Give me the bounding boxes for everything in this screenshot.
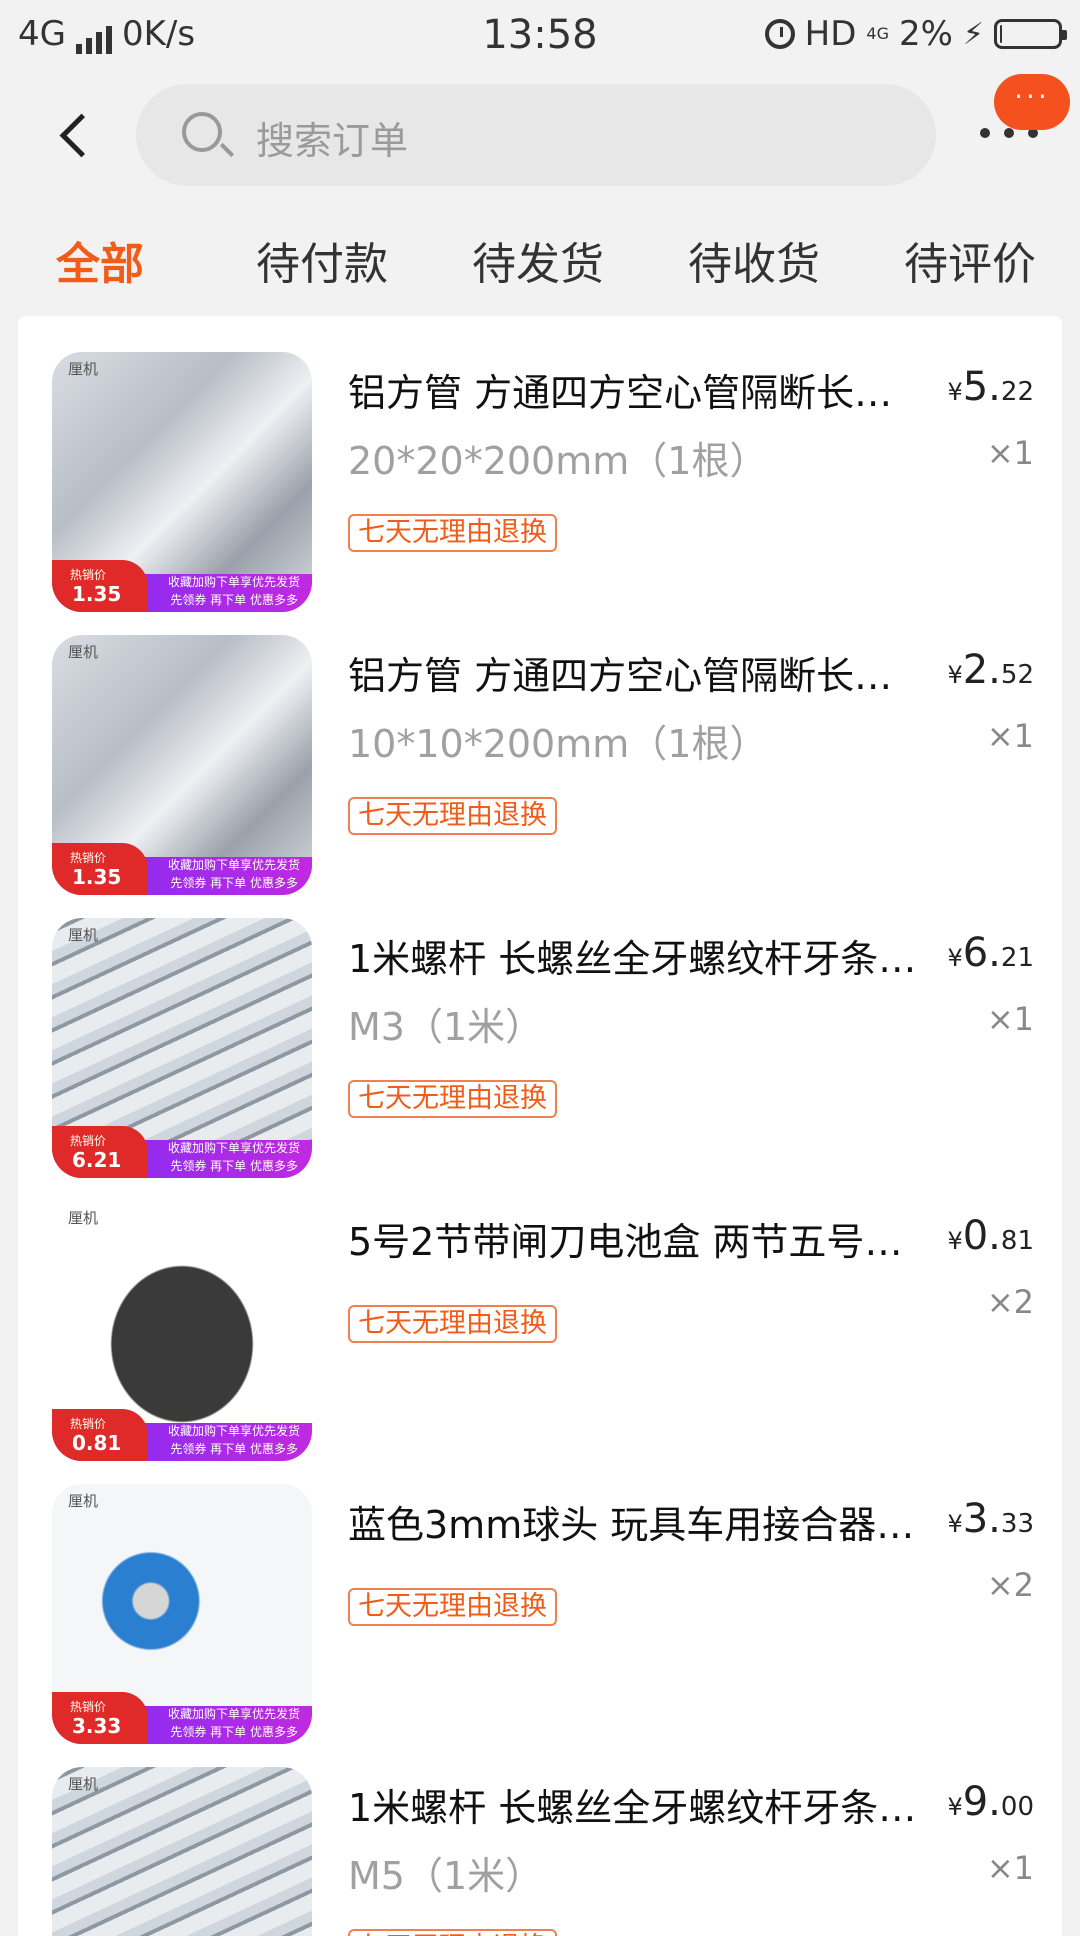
- battery-fill: [1000, 25, 1002, 43]
- price-integer: 6.: [962, 930, 1001, 976]
- price-currency: ¥: [947, 1793, 963, 1821]
- battery-icon: [994, 19, 1067, 49]
- price-integer: 2.: [962, 647, 1001, 693]
- price-integer: 3.: [962, 1496, 1001, 1542]
- price-decimal: 33: [1000, 1509, 1034, 1539]
- order-item[interactable]: 厘机 收藏加购下单享优先发货 先领券 再下单 优惠多多 1米螺杆 长螺丝全牙螺纹…: [18, 1731, 1062, 1936]
- tab-all[interactable]: 全部: [56, 228, 144, 292]
- order-card: 厘机 收藏加购下单享优先发货 先领券 再下单 优惠多多 热销价 1.35 铝方管…: [18, 316, 1062, 1936]
- price-integer: 9.: [962, 1779, 1001, 1825]
- product-image[interactable]: 厘机 收藏加购下单享优先发货 先领券 再下单 优惠多多 热销价 3.33: [52, 1484, 312, 1744]
- price-integer: 5.: [962, 364, 1001, 410]
- product-title[interactable]: 5号2节带闸刀电池盒 两节五号电池盒: [348, 1211, 918, 1266]
- product-price: ¥6.21: [947, 930, 1034, 976]
- tab-pending-receipt[interactable]: 待收货: [688, 228, 820, 292]
- product-image[interactable]: 厘机 收藏加购下单享优先发货 先领券 再下单 优惠多多 热销价 1.35: [52, 352, 312, 612]
- price-currency: ¥: [947, 378, 963, 406]
- price-currency: ¥: [947, 944, 963, 972]
- more-button[interactable]: ···: [970, 74, 1080, 190]
- product-title[interactable]: 1米螺杆 长螺丝全牙螺纹杆牙条丝杆: [348, 928, 918, 983]
- status-bar: 4G 0K/s 13:58 HD 4G 2% ⚡: [0, 0, 1080, 74]
- thumb-banner-top: 收藏加购下单享优先发货: [167, 1141, 300, 1155]
- product-price: ¥0.81: [947, 1213, 1034, 1259]
- hd-label: HD: [804, 14, 857, 54]
- message-badge[interactable]: ···: [994, 74, 1070, 130]
- product-quantity: ×1: [986, 1000, 1034, 1038]
- thumb-price-label: 热销价: [70, 568, 107, 582]
- return-policy-tag: 七天无理由退换: [348, 1929, 557, 1936]
- order-item[interactable]: 厘机 收藏加购下单享优先发货 先领券 再下单 优惠多多 热销价 1.35 铝方管…: [18, 599, 1062, 895]
- product-title[interactable]: 铝方管 方通四方空心管隔断长方形管材铝型材: [348, 362, 918, 417]
- price-currency: ¥: [947, 661, 963, 689]
- product-title[interactable]: 1米螺杆 长螺丝全牙螺纹杆牙条丝杆: [348, 1777, 918, 1832]
- product-quantity: ×1: [986, 1849, 1034, 1887]
- status-right: HD 4G 2% ⚡: [764, 14, 1067, 54]
- product-spec: 20*20*200mm（1根）: [348, 439, 768, 483]
- alarm-icon: [764, 19, 795, 49]
- battery-percent: 2%: [898, 14, 953, 54]
- tab-pending-review[interactable]: 待评价: [904, 228, 1036, 292]
- thumb-price-label: 热销价: [70, 1134, 107, 1148]
- search-input[interactable]: 搜索订单: [256, 110, 408, 165]
- order-item[interactable]: 厘机 收藏加购下单享优先发货 先领券 再下单 优惠多多 热销价 1.35 铝方管…: [18, 316, 1062, 612]
- product-image[interactable]: 厘机 收藏加购下单享优先发货 先领券 再下单 优惠多多 热销价 6.21: [52, 918, 312, 1178]
- product-image[interactable]: 厘机 收藏加购下单享优先发货 先领券 再下单 优惠多多 热销价 1.35: [52, 635, 312, 895]
- thumb-banner-top: 收藏加购下单享优先发货: [167, 575, 300, 589]
- product-spec: 10*10*200mm（1根）: [348, 722, 768, 766]
- product-quantity: ×1: [986, 434, 1034, 472]
- price-integer: 0.: [962, 1213, 1001, 1259]
- product-title[interactable]: 铝方管 方通四方空心管隔断长方形管材铝型材: [348, 645, 918, 700]
- price-decimal: 21: [1000, 943, 1034, 973]
- return-policy-tag: 七天无理由退换: [348, 797, 557, 835]
- return-policy-tag: 七天无理由退换: [348, 514, 557, 552]
- product-image[interactable]: 厘机 收藏加购下单享优先发货 先领券 再下单 优惠多多: [52, 1767, 312, 1936]
- thumb-shop-mark: 厘机: [68, 1775, 99, 1793]
- price-decimal: 52: [1000, 660, 1034, 690]
- order-item[interactable]: 厘机 收藏加购下单享优先发货 先领券 再下单 优惠多多 热销价 0.81 5号2…: [18, 1165, 1062, 1461]
- price-currency: ¥: [947, 1510, 963, 1538]
- product-price: ¥3.33: [947, 1496, 1034, 1542]
- thumb-shop-mark: 厘机: [68, 926, 99, 944]
- product-spec: M5（1米）: [348, 1854, 544, 1898]
- back-button[interactable]: [48, 100, 108, 170]
- product-price: ¥2.52: [947, 647, 1034, 693]
- product-quantity: ×2: [986, 1566, 1034, 1604]
- thumb-shop-mark: 厘机: [68, 643, 99, 661]
- order-item[interactable]: 厘机 收藏加购下单享优先发货 先领券 再下单 优惠多多 热销价 3.33 蓝色3…: [18, 1448, 1062, 1744]
- price-decimal: 81: [1000, 1226, 1034, 1256]
- product-title[interactable]: 蓝色3mm球头 玩具车用接合器连杆: [348, 1494, 918, 1549]
- product-image[interactable]: 厘机 收藏加购下单享优先发货 先领券 再下单 优惠多多 热销价 0.81: [52, 1201, 312, 1461]
- thumb-shop-mark: 厘机: [68, 360, 99, 378]
- search-icon: [182, 112, 222, 152]
- price-decimal: 22: [1000, 377, 1034, 407]
- product-quantity: ×1: [986, 717, 1034, 755]
- product-price: ¥9.00: [947, 1779, 1034, 1825]
- product-quantity: ×2: [986, 1283, 1034, 1321]
- thumb-banner-top: 收藏加购下单享优先发货: [167, 858, 300, 872]
- thumb-shop-mark: 厘机: [68, 1492, 99, 1510]
- search-bar[interactable]: 搜索订单: [136, 84, 936, 186]
- network-small-label: 4G: [866, 24, 889, 43]
- return-policy-tag: 七天无理由退换: [348, 1080, 557, 1118]
- thumb-banner-top: 收藏加购下单享优先发货: [167, 1424, 300, 1438]
- order-tabs: 全部 待付款 待发货 待收货 待评价: [0, 228, 1080, 318]
- charging-icon: ⚡: [962, 16, 984, 52]
- thumb-price-label: 热销价: [70, 1417, 107, 1431]
- thumb-price-label: 热销价: [70, 1700, 107, 1714]
- return-policy-tag: 七天无理由退换: [348, 1588, 557, 1626]
- product-spec: M3（1米）: [348, 1005, 544, 1049]
- price-decimal: 00: [1000, 1792, 1034, 1822]
- return-policy-tag: 七天无理由退换: [348, 1305, 557, 1343]
- thumb-price-label: 热销价: [70, 851, 107, 865]
- thumb-banner-top: 收藏加购下单享优先发货: [167, 1707, 300, 1721]
- price-currency: ¥: [947, 1227, 963, 1255]
- order-item[interactable]: 厘机 收藏加购下单享优先发货 先领券 再下单 优惠多多 热销价 6.21 1米螺…: [18, 882, 1062, 1178]
- thumb-shop-mark: 厘机: [68, 1209, 99, 1227]
- product-price: ¥5.22: [947, 364, 1034, 410]
- tab-pending-payment[interactable]: 待付款: [256, 228, 388, 292]
- tab-pending-shipment[interactable]: 待发货: [472, 228, 604, 292]
